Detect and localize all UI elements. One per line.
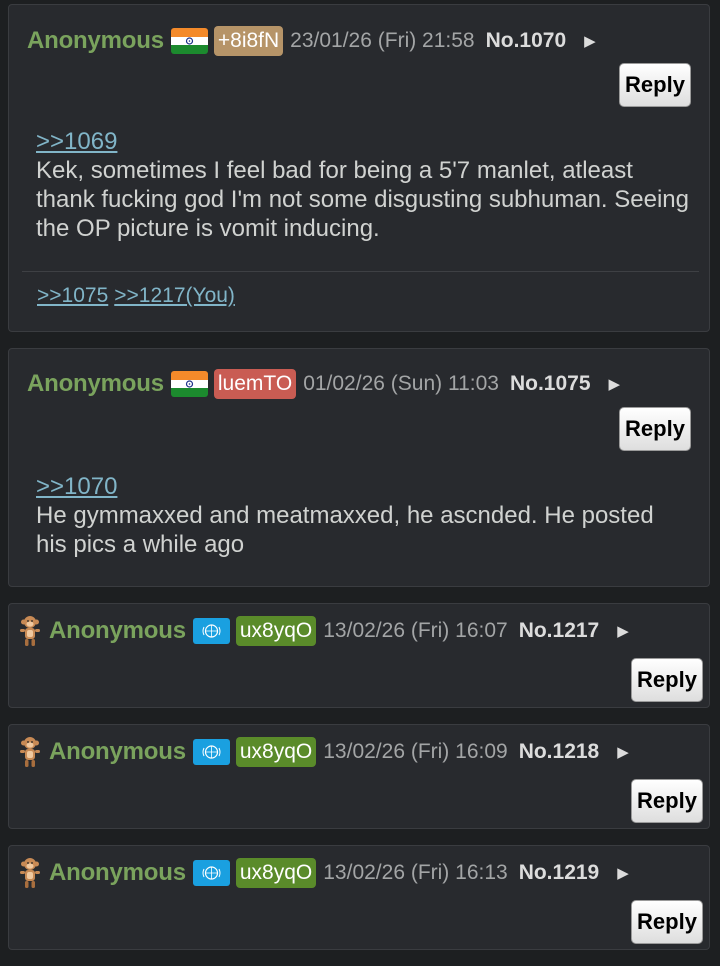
- post-1217: Anonymous ux8yqO 13/02/26 (Fri) 16:07 No…: [8, 603, 710, 708]
- india-flag-icon: [171, 371, 208, 397]
- un-flag-icon: [193, 618, 230, 644]
- post-header: Anonymous ux8yqO 13/02/26 (Fri) 16:07 No…: [17, 614, 709, 648]
- post-menu-arrow-icon[interactable]: ▶: [617, 864, 629, 882]
- quote-link[interactable]: >>1069: [36, 127, 689, 156]
- poster-id[interactable]: luemTO: [213, 369, 297, 399]
- divider: [22, 271, 699, 272]
- quote-link[interactable]: >>1070: [36, 472, 689, 501]
- monkey-avatar-icon: [17, 614, 43, 648]
- poster-name: Anonymous: [49, 859, 186, 886]
- poster-id[interactable]: +8i8fN: [213, 26, 284, 56]
- post-number-link[interactable]: No.1218: [519, 740, 600, 764]
- post-header: Anonymous ux8yqO 13/02/26 (Fri) 16:09 No…: [17, 735, 709, 769]
- poster-name: Anonymous: [27, 370, 164, 397]
- reply-button[interactable]: Reply: [631, 900, 703, 944]
- post-header: Anonymous +8i8fN 23/01/26 (Fri) 21:58 No…: [27, 25, 709, 57]
- india-flag-icon: [171, 28, 208, 54]
- post-date: 23/01/26 (Fri) 21:58: [290, 29, 475, 52]
- post-number-link[interactable]: No.1217: [519, 619, 600, 643]
- post-number-link[interactable]: No.1219: [519, 861, 600, 885]
- post-body: >>1070 He gymmaxxed and meatmaxxed, he a…: [36, 472, 689, 559]
- post-date: 13/02/26 (Fri) 16:09: [323, 740, 508, 763]
- post-body: >>1069 Kek, sometimes I feel bad for bei…: [36, 127, 689, 243]
- monkey-avatar-icon: [17, 735, 43, 769]
- post-date: 01/02/26 (Sun) 11:03: [303, 372, 499, 395]
- post-menu-arrow-icon[interactable]: ▶: [584, 32, 596, 50]
- backlink[interactable]: >>1075: [37, 284, 108, 307]
- reply-button[interactable]: Reply: [631, 658, 703, 702]
- backlink[interactable]: >>1217(You): [114, 284, 235, 307]
- reply-button[interactable]: Reply: [619, 407, 691, 451]
- post-menu-arrow-icon[interactable]: ▶: [617, 622, 629, 640]
- backlinks: >>1075 >>1217(You): [37, 284, 241, 308]
- poster-id[interactable]: ux8yqO: [235, 737, 317, 767]
- post-number-link[interactable]: No.1070: [486, 29, 567, 53]
- post-date: 13/02/26 (Fri) 16:13: [323, 861, 508, 884]
- un-flag-icon: [193, 739, 230, 765]
- poster-id[interactable]: ux8yqO: [235, 616, 317, 646]
- post-header: Anonymous luemTO 01/02/26 (Sun) 11:03 No…: [27, 368, 709, 400]
- reply-button[interactable]: Reply: [631, 779, 703, 823]
- post-menu-arrow-icon[interactable]: ▶: [617, 743, 629, 761]
- monkey-avatar-icon: [17, 856, 43, 890]
- post-header: Anonymous ux8yqO 13/02/26 (Fri) 16:13 No…: [17, 856, 709, 890]
- post-1219: Anonymous ux8yqO 13/02/26 (Fri) 16:13 No…: [8, 845, 710, 950]
- post-date: 13/02/26 (Fri) 16:07: [323, 619, 508, 642]
- poster-name: Anonymous: [49, 738, 186, 765]
- reply-button[interactable]: Reply: [619, 63, 691, 107]
- post-1075: Anonymous luemTO 01/02/26 (Sun) 11:03 No…: [8, 348, 710, 587]
- post-menu-arrow-icon[interactable]: ▶: [609, 375, 621, 393]
- un-flag-icon: [193, 860, 230, 886]
- post-1218: Anonymous ux8yqO 13/02/26 (Fri) 16:09 No…: [8, 724, 710, 829]
- post-1070: Anonymous +8i8fN 23/01/26 (Fri) 21:58 No…: [8, 4, 710, 332]
- poster-name: Anonymous: [27, 27, 164, 54]
- post-text: Kek, sometimes I feel bad for being a 5'…: [36, 157, 689, 242]
- poster-name: Anonymous: [49, 617, 186, 644]
- post-number-link[interactable]: No.1075: [510, 372, 591, 396]
- poster-id[interactable]: ux8yqO: [235, 858, 317, 888]
- post-text: He gymmaxxed and meatmaxxed, he ascnded.…: [36, 502, 654, 558]
